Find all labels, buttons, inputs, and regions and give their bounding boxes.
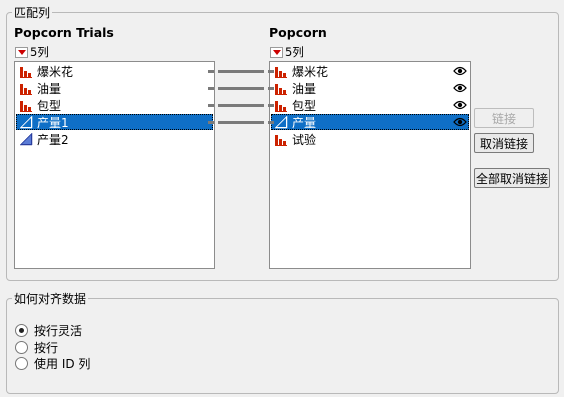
left-column-item[interactable]: 产量1 xyxy=(16,114,213,130)
right-column-item[interactable]: 包型 xyxy=(271,97,469,113)
match-columns-legend: 匹配列 xyxy=(12,4,53,21)
continuous-triangle-icon xyxy=(19,132,33,146)
bar-chart-icon xyxy=(19,98,33,112)
right-columns-listbox[interactable]: 爆米花油量包型产量试验 xyxy=(269,61,471,269)
left-columns-dropdown[interactable]: 5列 xyxy=(15,44,49,60)
left-column-label: 产量2 xyxy=(37,132,69,147)
left-columns-listbox[interactable]: 爆米花油量包型产量1 产量2 xyxy=(14,61,215,269)
right-column-label: 产量 xyxy=(292,115,317,130)
radio-button-icon[interactable] xyxy=(15,341,28,354)
left-column-label: 油量 xyxy=(37,81,62,96)
red-triangle-menu-icon[interactable] xyxy=(15,46,28,58)
right-table-title: Popcorn xyxy=(269,25,327,40)
left-column-label: 爆米花 xyxy=(37,64,74,79)
left-column-label: 产量1 xyxy=(37,115,69,130)
right-column-item[interactable]: 爆米花 xyxy=(271,63,469,79)
right-column-label: 试验 xyxy=(292,132,317,147)
unlink-all-button[interactable]: 全部取消链接 xyxy=(474,168,550,188)
radio-by-row[interactable]: 按行 xyxy=(15,339,58,356)
bar-chart-icon xyxy=(274,98,288,112)
left-column-item[interactable]: 油量 xyxy=(16,80,213,96)
right-column-item[interactable]: 油量 xyxy=(271,80,469,96)
eye-icon[interactable] xyxy=(453,65,467,77)
left-column-item[interactable]: 爆米花 xyxy=(16,63,213,79)
right-column-label: 爆米花 xyxy=(292,64,329,79)
alignment-group xyxy=(6,298,559,394)
radio-use-id-column[interactable]: 使用 ID 列 xyxy=(15,355,90,372)
left-column-label: 包型 xyxy=(37,98,62,113)
link-button[interactable]: 链接 xyxy=(474,108,534,128)
bar-chart-icon xyxy=(19,81,33,95)
left-table-title: Popcorn Trials xyxy=(14,25,114,40)
eye-icon[interactable] xyxy=(453,82,467,94)
continuous-triangle-icon xyxy=(274,115,288,129)
right-columns-dropdown[interactable]: 5列 xyxy=(270,44,304,60)
left-columns-count: 5列 xyxy=(30,45,49,59)
right-columns-count: 5列 xyxy=(285,45,304,59)
eye-icon[interactable] xyxy=(453,99,467,111)
radio-button-icon[interactable] xyxy=(15,324,28,337)
bar-chart-icon xyxy=(274,132,288,146)
right-column-label: 包型 xyxy=(292,98,317,113)
bar-chart-icon xyxy=(274,64,288,78)
alignment-legend: 如何对齐数据 xyxy=(12,290,89,307)
continuous-triangle-icon xyxy=(19,115,33,129)
bar-chart-icon xyxy=(19,64,33,78)
eye-icon[interactable] xyxy=(453,116,467,128)
right-column-label: 油量 xyxy=(292,81,317,96)
left-column-item[interactable]: 包型 xyxy=(16,97,213,113)
unlink-button[interactable]: 取消链接 xyxy=(474,133,534,153)
radio-button-icon[interactable] xyxy=(15,357,28,370)
bar-chart-icon xyxy=(274,81,288,95)
radio-flexible-by-row[interactable]: 按行灵活 xyxy=(15,322,82,339)
right-column-item[interactable]: 试验 xyxy=(271,131,469,147)
right-column-item[interactable]: 产量 xyxy=(271,114,469,130)
red-triangle-menu-icon[interactable] xyxy=(270,46,283,58)
left-column-item[interactable]: 产量2 xyxy=(16,131,213,147)
